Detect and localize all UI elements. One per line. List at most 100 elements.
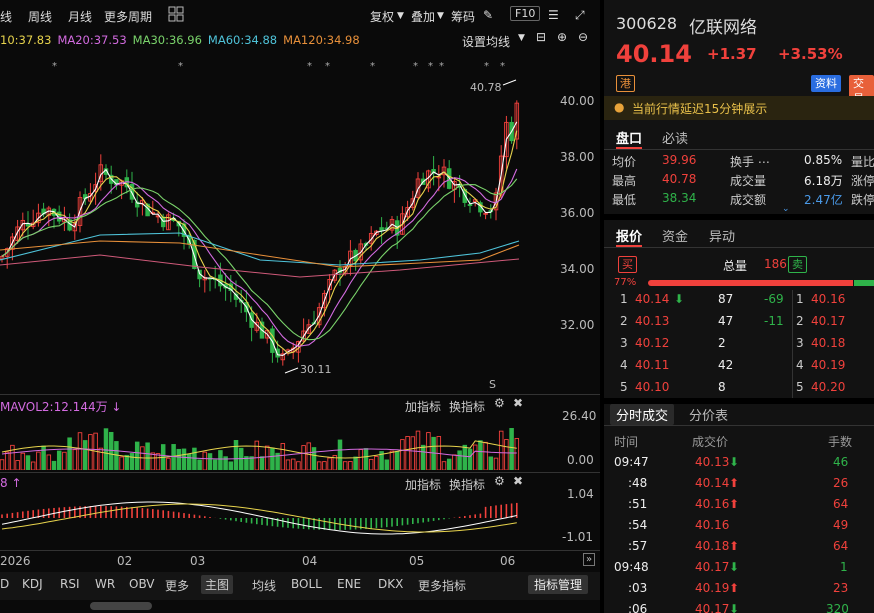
overlay-button[interactable]: 叠加 — [411, 8, 435, 25]
bid-price[interactable]: 40.14 — [635, 292, 669, 306]
volume-bar — [384, 459, 390, 470]
stat-label: 最高 — [612, 174, 637, 188]
indicator-wr[interactable]: WR — [95, 577, 115, 591]
ask-price[interactable]: 40.19 — [811, 358, 845, 372]
macd-chart[interactable] — [0, 492, 530, 548]
time-tick: 02 — [117, 554, 133, 568]
stat-label: 均价 — [612, 155, 637, 169]
gear-icon[interactable]: ⚙ — [494, 396, 505, 410]
tab-funds[interactable]: 资金 — [662, 226, 688, 245]
volume-bar — [176, 448, 182, 470]
indicator-more[interactable]: 更多 — [165, 577, 189, 594]
warning-icon: ● — [614, 100, 625, 114]
add-indicator-button[interactable]: 加指标 — [405, 476, 441, 493]
info-button[interactable]: 资料 — [811, 75, 841, 92]
swap-indicator-button[interactable]: 换指标 — [449, 398, 485, 415]
tab-tick-trades[interactable]: 分时成交 — [610, 404, 675, 425]
volume-bar — [88, 434, 93, 470]
tab-month[interactable]: 月线 — [68, 8, 92, 25]
indicator-obv[interactable]: OBV — [129, 577, 155, 591]
volume-bar — [228, 461, 234, 470]
buy-badge: 买 — [618, 256, 637, 273]
trade-price: 40.19 — [695, 581, 730, 595]
settings-sliders-icon[interactable]: ☰ — [548, 8, 559, 22]
trade-price: 40.16 — [695, 518, 730, 532]
bid-price[interactable]: 40.12 — [635, 336, 669, 350]
expand-icon[interactable]: ⤢ — [575, 8, 585, 23]
chevron-down-icon: ▼ — [518, 33, 525, 43]
boll-indicator-tab[interactable]: BOLL — [291, 577, 322, 591]
tab-quote[interactable]: 报价 — [616, 226, 642, 245]
indicator-manage-button[interactable]: 指标管理 — [528, 575, 589, 594]
trade-price: 40.17 — [695, 560, 730, 574]
ma-settings-button[interactable]: 设置均线 — [462, 33, 510, 50]
more-period-button[interactable]: 更多周期 — [104, 8, 152, 25]
volume-bar — [129, 453, 135, 470]
zoom-out-icon[interactable]: ⊖ — [578, 30, 588, 44]
stat-value: 38.34 — [662, 191, 697, 205]
divider — [604, 214, 874, 220]
tab-day[interactable]: 线 — [0, 8, 12, 25]
adjust-dropdown[interactable]: 复权 — [370, 8, 394, 25]
tab-abnormal[interactable]: 异动 — [709, 226, 735, 245]
ask-price[interactable]: 40.20 — [811, 380, 845, 394]
close-icon[interactable]: ✖ — [513, 396, 523, 410]
minus-icon[interactable]: ⊟ — [536, 30, 546, 44]
chevron-down-icon[interactable]: ⌄ — [782, 204, 790, 214]
more-indicators-button[interactable]: 更多指标 — [418, 577, 466, 594]
draw-icon[interactable]: ✎ — [483, 8, 493, 22]
trade-time: 09:48 — [614, 560, 649, 574]
horizontal-scrollbar[interactable] — [90, 602, 152, 610]
close-icon[interactable]: ✖ — [513, 474, 523, 488]
ene-indicator-tab[interactable]: ENE — [337, 577, 361, 591]
indicator-d[interactable]: D — [0, 577, 9, 591]
hk-badge: 港 — [616, 75, 635, 92]
ma10-value: 10:37.83 — [0, 33, 52, 47]
tab-price-table[interactable]: 分价表 — [689, 405, 728, 424]
ma-indicator-tab[interactable]: 均线 — [252, 577, 276, 594]
volume-bar — [186, 453, 192, 470]
bid-price[interactable]: 40.11 — [635, 358, 669, 372]
candle-body — [25, 223, 31, 227]
gear-icon[interactable]: ⚙ — [494, 474, 505, 488]
scroll-right-button[interactable]: » — [583, 553, 596, 566]
volume-bar — [4, 451, 10, 470]
swap-indicator-button[interactable]: 换指标 — [449, 476, 485, 493]
price-change-pct: +3.53% — [778, 45, 843, 63]
trade-time: :03 — [628, 581, 648, 595]
chips-button[interactable]: 筹码 — [451, 8, 475, 25]
tab-week[interactable]: 周线 — [28, 8, 52, 25]
bid-level: 2 — [620, 314, 628, 328]
stat-value: 2.47亿 — [804, 193, 843, 207]
stat-label: 换手 ⋯ — [730, 155, 770, 169]
ask-level: 5 — [796, 380, 804, 394]
grid-icon[interactable] — [168, 6, 184, 25]
ask-price[interactable]: 40.17 — [811, 314, 845, 328]
vol-indicator-title: MAVOL2:12.144万 ↓ — [0, 400, 122, 414]
candle-body — [160, 216, 166, 228]
bid-qty: 87 — [718, 292, 734, 306]
volume-bar — [72, 449, 78, 470]
zoom-in-icon[interactable]: ⊕ — [557, 30, 567, 44]
bid-price[interactable]: 40.10 — [635, 380, 669, 394]
volume-bar — [327, 457, 332, 470]
add-indicator-button[interactable]: 加指标 — [405, 398, 441, 415]
delay-notice: 当前行情延迟15分钟展示 — [632, 102, 768, 116]
main-chart-tab[interactable]: 主图 — [201, 575, 234, 594]
volume-bar — [212, 459, 218, 470]
ask-price[interactable]: 40.18 — [811, 336, 845, 350]
dkx-indicator-tab[interactable]: DKX — [378, 577, 403, 591]
ask-price[interactable]: 40.16 — [811, 292, 845, 306]
volume-chart[interactable] — [0, 414, 530, 470]
trade-time: :54 — [628, 518, 648, 532]
f10-button[interactable]: F10 — [510, 6, 541, 21]
tab-must-read[interactable]: 必读 — [662, 128, 688, 147]
ma60-value: MA60:34.88 — [207, 33, 278, 47]
stat-value: 39.96 — [662, 153, 697, 167]
indicator-kdj[interactable]: KDJ — [22, 577, 43, 591]
indicator-rsi[interactable]: RSI — [60, 577, 80, 591]
candlestick-chart[interactable]: * * * * * * * * * * — [0, 55, 600, 395]
bid-price[interactable]: 40.13 — [635, 314, 669, 328]
tab-orderbook[interactable]: 盘口 — [616, 128, 642, 147]
volume-bar — [249, 456, 254, 470]
